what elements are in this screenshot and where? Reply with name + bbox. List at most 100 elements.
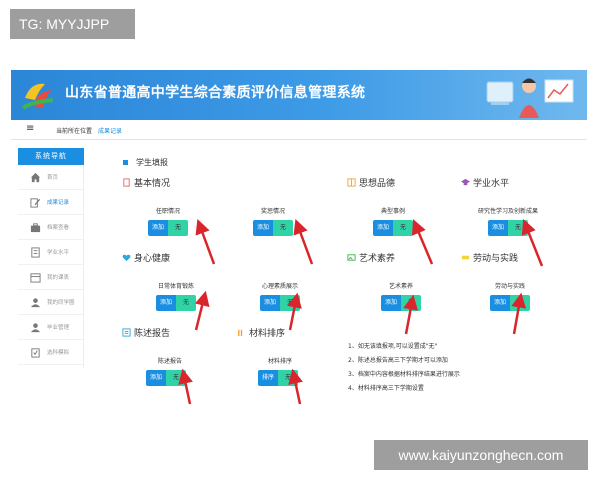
edit-icon xyxy=(30,197,41,208)
card-psych: 心理素质展示 添加无 xyxy=(250,281,310,311)
watermark-bottom: www.kaiyunzonghecn.com xyxy=(374,440,588,470)
card-pe: 日常体育锻炼 添加无 xyxy=(146,281,206,311)
section-title: 劳动与实践 xyxy=(473,254,519,264)
briefcase-icon xyxy=(30,222,41,232)
breadcrumb: 当前所在位置 成果记录 xyxy=(56,126,122,135)
sidebar-item-graduation[interactable]: 毕业管理 xyxy=(18,315,83,340)
section-report: 陈述报告 xyxy=(122,326,170,339)
graduation-icon xyxy=(30,322,41,332)
card-awards: 奖惩情况 添加无 xyxy=(243,206,303,236)
main-title-text: 学生填报 xyxy=(136,158,168,167)
none-button[interactable]: 无 xyxy=(273,220,293,236)
add-button[interactable]: 添加 xyxy=(488,220,508,236)
none-button[interactable]: 无 xyxy=(166,370,186,386)
section-title: 身心健康 xyxy=(134,254,171,264)
card-typical-case: 典型事例 添加无 xyxy=(363,206,423,236)
sidebar-item-classmates[interactable]: 我的同学圈 xyxy=(18,290,83,315)
section-title: 学业水平 xyxy=(473,179,510,189)
section-title: 艺术素养 xyxy=(359,254,396,264)
add-button[interactable]: 添加 xyxy=(490,295,510,311)
sidebar-item-achievement[interactable]: 成果记录 xyxy=(18,190,83,215)
image-icon xyxy=(347,254,356,261)
sidebar-item-home[interactable]: 首页 xyxy=(18,165,83,190)
none-button[interactable]: 无 xyxy=(278,370,298,386)
sidebar-item-subject-sim[interactable]: 选科模拟 xyxy=(18,340,83,365)
breadcrumb-current[interactable]: 成果记录 xyxy=(98,128,122,135)
sidebar-title: 系统导航 xyxy=(18,148,84,165)
breadcrumb-label: 当前所在位置 xyxy=(56,128,93,135)
section-academic: 学业水平 xyxy=(461,176,509,189)
none-button[interactable]: 无 xyxy=(401,295,421,311)
sidebar-item-label: 毕业管理 xyxy=(47,325,70,331)
section-moral: 思想品德 xyxy=(347,176,395,189)
breadcrumb-bar: ≡ 当前所在位置 成果记录 xyxy=(11,120,587,140)
sort-button[interactable]: 排序 xyxy=(258,370,278,386)
none-button[interactable]: 无 xyxy=(280,295,300,311)
add-button[interactable]: 添加 xyxy=(146,370,166,386)
sort-icon xyxy=(238,329,243,337)
note-item: 4、材料排序高三下学期设置 xyxy=(348,385,424,392)
title-marker-icon xyxy=(123,160,128,165)
none-button[interactable]: 无 xyxy=(508,220,528,236)
card-label: 心理素质展示 xyxy=(261,283,298,290)
section-title: 基本情况 xyxy=(134,179,171,189)
page-title: 山东省普通高中学生综合素质评价信息管理系统 xyxy=(65,85,366,101)
home-icon xyxy=(30,172,41,182)
notes-list: 1、如无该填报项,可以设置成"无" 2、陈述总报告高三下学期才可以添加 3、档案… xyxy=(348,340,460,396)
add-button[interactable]: 添加 xyxy=(373,220,393,236)
sidebar: 系统导航 首页 成果记录 档案查看 学业水平 我的课表 我的同学圈 毕业管理 选… xyxy=(18,148,84,368)
sidebar-item-label: 我的课表 xyxy=(47,275,70,281)
sidebar-item-archive[interactable]: 档案查看 xyxy=(18,215,83,240)
card-label: 典型事例 xyxy=(380,208,405,215)
sidebar-item-label: 档案查看 xyxy=(47,225,70,231)
card-label: 艺术素养 xyxy=(388,283,413,290)
card-label: 日常体育锻炼 xyxy=(157,283,194,290)
labor-icon xyxy=(461,255,470,260)
none-button[interactable]: 无 xyxy=(176,295,196,311)
section-title: 思想品德 xyxy=(359,179,396,189)
none-button[interactable]: 无 xyxy=(510,295,530,311)
arrow-annotation xyxy=(195,218,216,265)
main-title: 学生填报 xyxy=(123,157,168,168)
add-button[interactable]: 添加 xyxy=(156,295,176,311)
card-label: 劳动与实践 xyxy=(494,283,525,290)
sidebar-item-label: 选科模拟 xyxy=(47,350,70,356)
add-button[interactable]: 添加 xyxy=(253,220,273,236)
none-button[interactable]: 无 xyxy=(393,220,413,236)
card-label: 陈述报告 xyxy=(157,358,182,365)
card-labor: 劳动与实践 添加无 xyxy=(480,281,540,311)
add-button[interactable]: 添加 xyxy=(260,295,280,311)
document-icon xyxy=(123,178,130,187)
section-sort: 材料排序 xyxy=(237,326,285,339)
heart-icon xyxy=(122,254,131,262)
sidebar-item-label: 首页 xyxy=(47,175,59,181)
graduation-cap-icon xyxy=(461,178,470,186)
section-basic: 基本情况 xyxy=(122,176,170,189)
sidebar-item-label: 我的同学圈 xyxy=(47,300,75,306)
note-item: 3、档案中内容根据材料排序结果进行展示 xyxy=(348,371,460,378)
card-label: 奖惩情况 xyxy=(260,208,285,215)
add-button[interactable]: 添加 xyxy=(148,220,168,236)
clipboard-icon xyxy=(31,347,40,358)
menu-icon[interactable]: ≡ xyxy=(26,123,34,134)
sidebar-item-schedule[interactable]: 我的课表 xyxy=(18,265,83,290)
card-research: 研究性学习及创新成果 添加无 xyxy=(468,206,548,236)
app-header: 山东省普通高中学生综合素质评价信息管理系统 xyxy=(11,70,587,120)
none-button[interactable]: 无 xyxy=(168,220,188,236)
note-item: 1、如无该填报项,可以设置成"无" xyxy=(348,343,438,350)
card-report: 陈述报告 添加无 xyxy=(140,356,200,386)
section-health: 身心健康 xyxy=(122,251,170,264)
add-button[interactable]: 添加 xyxy=(381,295,401,311)
note-item: 2、陈述总报告高三下学期才可以添加 xyxy=(348,357,448,364)
section-labor: 劳动与实践 xyxy=(461,251,518,264)
watermark-top: TG: MYYJJPP xyxy=(10,9,135,39)
section-title: 陈述报告 xyxy=(134,329,171,339)
card-label: 研究性学习及创新成果 xyxy=(477,208,538,215)
header-illustration-icon xyxy=(486,78,574,118)
calendar-icon xyxy=(30,272,41,283)
sidebar-item-academic[interactable]: 学业水平 xyxy=(18,240,83,265)
report-icon xyxy=(122,328,131,337)
document-icon xyxy=(31,246,40,258)
logo-icon xyxy=(21,83,54,110)
card-position: 任职情况 添加无 xyxy=(138,206,198,236)
